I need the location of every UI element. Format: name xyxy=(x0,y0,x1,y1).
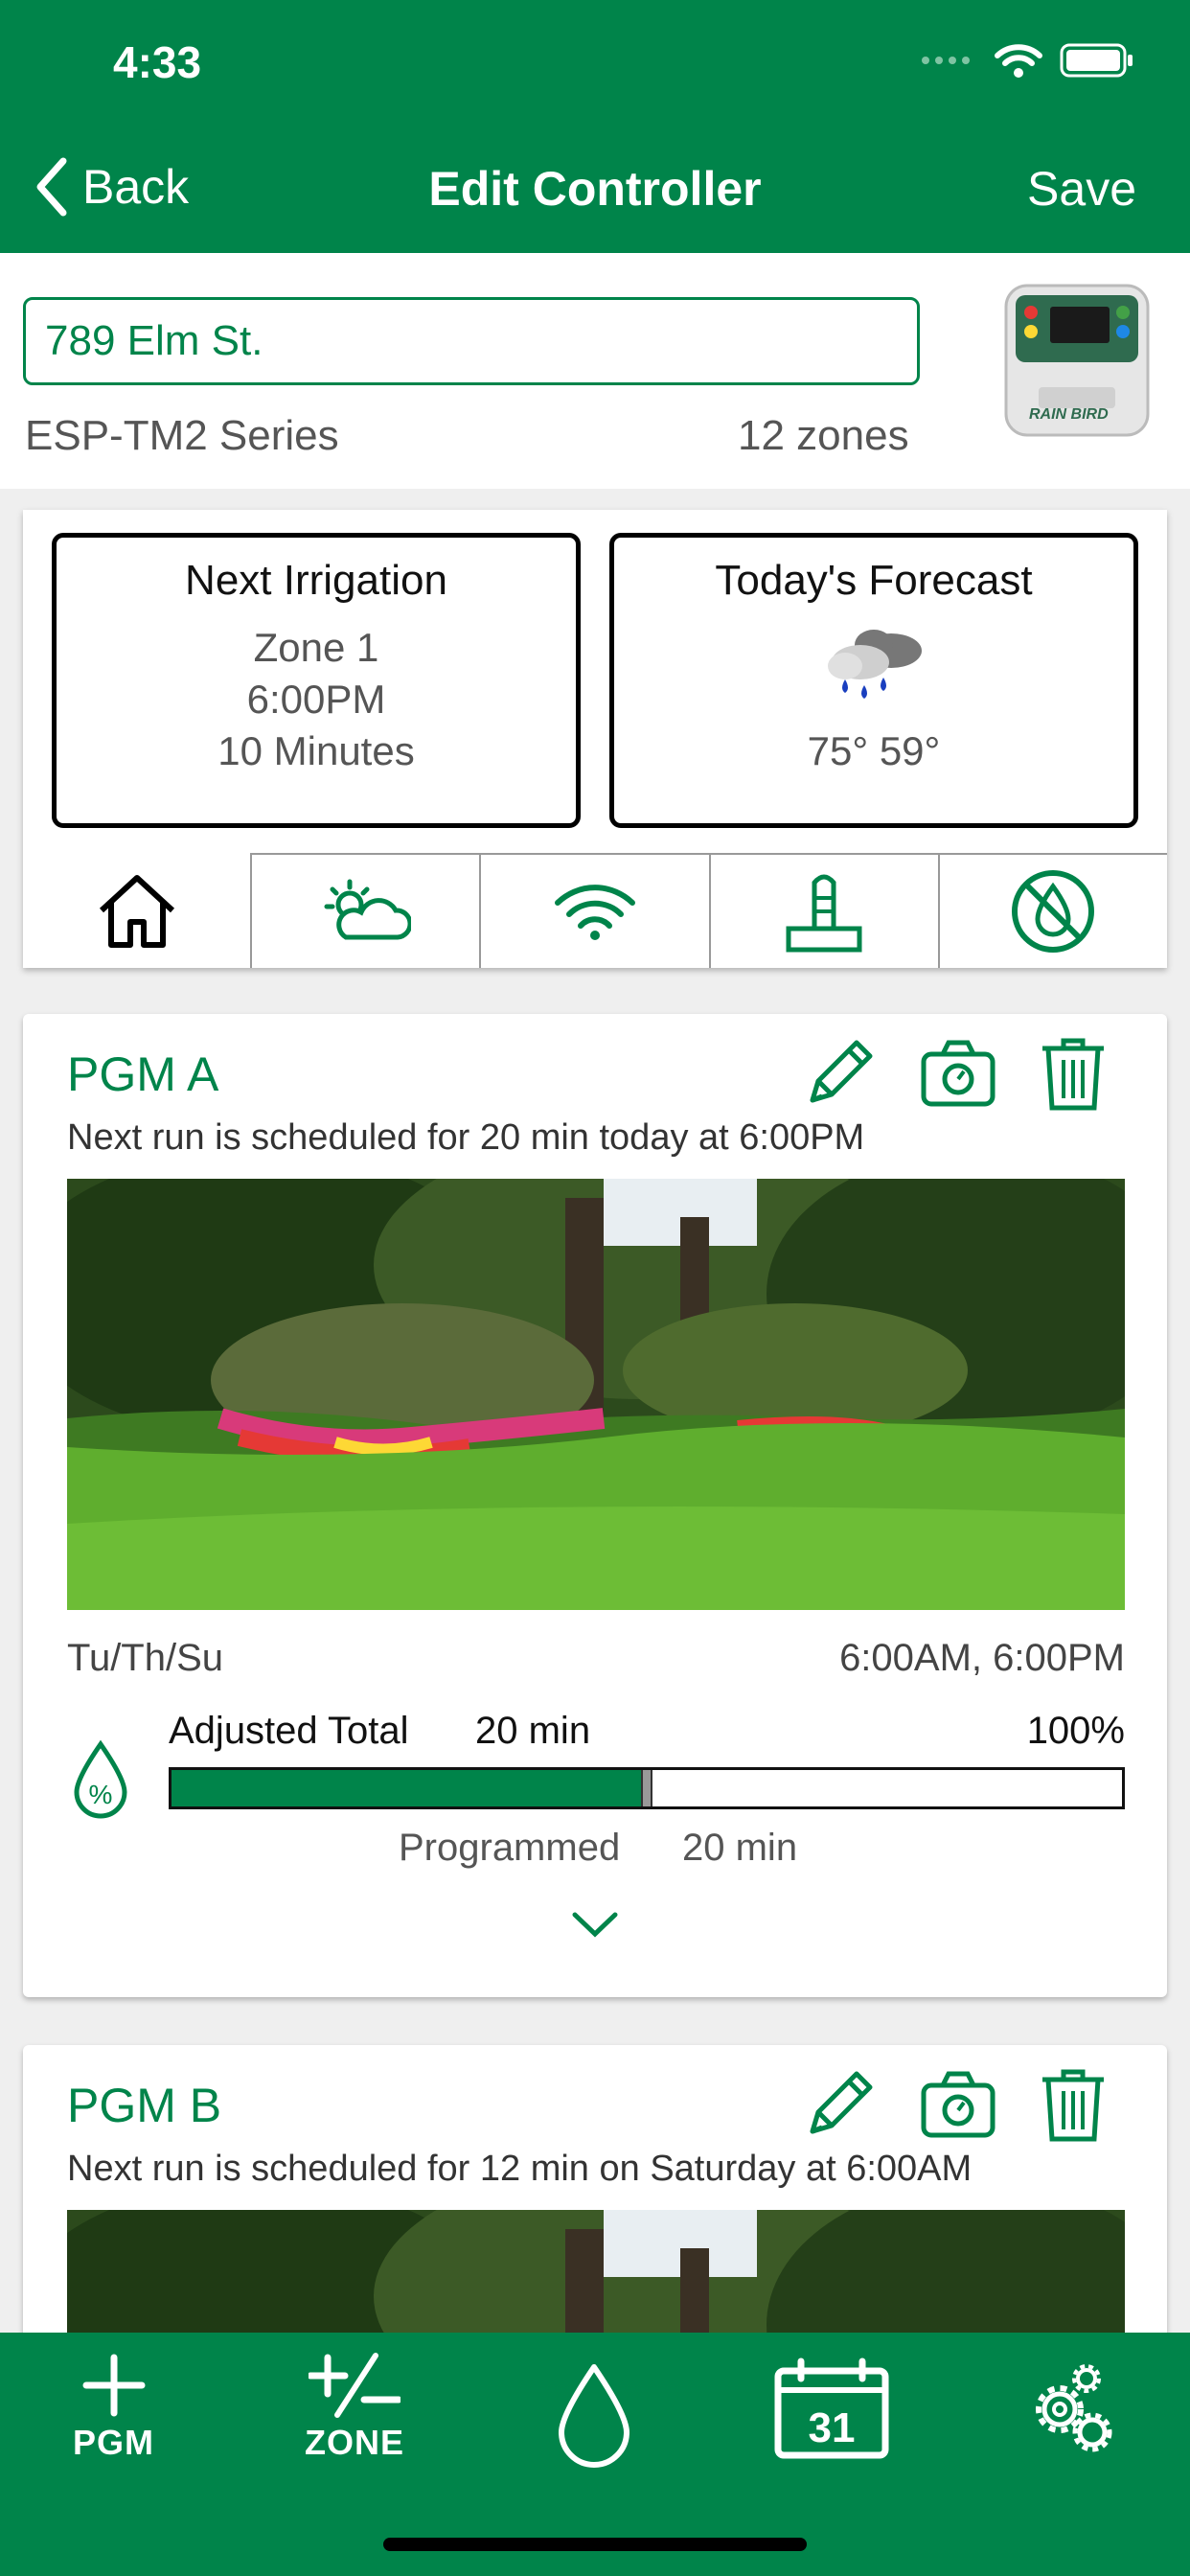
program-next-run: Next run is scheduled for 20 min today a… xyxy=(67,1117,865,1158)
add-pgm-label: PGM xyxy=(73,2423,155,2462)
programmed-marker xyxy=(641,1770,652,1806)
next-irrigation-box[interactable]: Next Irrigation Zone 1 6:00PM 10 Minutes xyxy=(52,533,581,828)
edit-pencil-icon[interactable] xyxy=(799,2064,880,2145)
adjusted-total-label: Adjusted Total xyxy=(169,1710,409,1752)
tab-home[interactable] xyxy=(23,853,250,968)
runtime-progress-fill xyxy=(172,1770,647,1806)
calendar-day: 31 xyxy=(809,2404,856,2451)
controller-series: ESP-TM2 Series xyxy=(25,412,339,459)
add-pgm-button[interactable]: PGM xyxy=(73,2352,154,2463)
forecast-title: Today's Forecast xyxy=(715,557,1033,604)
rain-cloud-icon xyxy=(828,630,922,699)
adjusted-total-value: 20 min xyxy=(475,1710,591,1752)
page-title: Edit Controller xyxy=(428,162,762,216)
trash-icon[interactable] xyxy=(1037,1033,1110,1114)
forecast-box[interactable]: Today's Forecast 75° 59° xyxy=(609,533,1138,828)
next-irrigation-duration: 10 Minutes xyxy=(217,728,415,773)
weather-icon xyxy=(324,879,411,940)
save-button[interactable]: Save xyxy=(1027,161,1136,217)
sensor-icon xyxy=(786,874,862,953)
program-photo xyxy=(67,1179,1125,1610)
battery-icon xyxy=(1060,43,1133,78)
home-icon xyxy=(99,875,174,948)
add-zone-button[interactable]: ZONE xyxy=(305,2352,404,2463)
svg-text:%: % xyxy=(89,1780,113,1809)
water-drop-icon xyxy=(559,2364,629,2468)
next-irrigation-title: Next Irrigation xyxy=(185,557,447,604)
program-days: Tu/Th/Su xyxy=(67,1637,224,1679)
water-button[interactable] xyxy=(554,2361,634,2469)
camera-icon[interactable] xyxy=(918,2064,998,2145)
plus-icon xyxy=(82,2354,145,2417)
forecast-temps: 75° 59° xyxy=(807,728,941,773)
calendar-icon: 31 xyxy=(774,2358,889,2459)
no-water-icon xyxy=(1012,870,1095,953)
tab-sensor[interactable] xyxy=(708,853,938,968)
camera-icon[interactable] xyxy=(918,1033,998,1114)
program-name: PGM A xyxy=(67,1047,219,1101)
programmed-label: Programmed xyxy=(399,1827,621,1869)
controller-name-input[interactable] xyxy=(23,297,920,385)
signal-icon xyxy=(922,57,970,64)
water-percent-icon: % xyxy=(74,1740,127,1819)
wifi-status-icon xyxy=(995,44,1042,78)
adjusted-percent: 100% xyxy=(1026,1710,1125,1752)
program-next-run: Next run is scheduled for 12 min on Satu… xyxy=(67,2149,973,2189)
program-card: PGM A Next run is scheduled for 20 min t… xyxy=(23,1014,1167,1997)
summary-card: Next Irrigation Zone 1 6:00PM 10 Minutes… xyxy=(23,510,1168,968)
status-time: 4:33 xyxy=(113,37,202,87)
nav-bar: Back Edit Controller Save xyxy=(0,144,1190,236)
trash-icon[interactable] xyxy=(1037,2064,1110,2145)
edit-pencil-icon[interactable] xyxy=(799,1033,880,1114)
programmed-value: 20 min xyxy=(682,1827,798,1869)
wifi-icon xyxy=(555,885,635,940)
calendar-button[interactable]: 31 xyxy=(772,2358,891,2461)
controller-tabs xyxy=(23,853,1168,968)
home-indicator[interactable] xyxy=(383,2538,807,2551)
program-actions xyxy=(799,1033,1110,1114)
status-icons xyxy=(920,42,1134,79)
controller-device-brand: RAIN BIRD xyxy=(1029,406,1109,423)
program-name: PGM B xyxy=(67,2079,222,2132)
top-bar: 4:33 Back Edit Controller Save xyxy=(0,0,1190,253)
runtime-progress-bar xyxy=(169,1767,1125,1809)
controller-zones: 12 zones xyxy=(738,412,909,459)
next-irrigation-zone: Zone 1 xyxy=(253,625,379,670)
next-irrigation-time: 6:00PM xyxy=(246,677,386,722)
program-start-times: 6:00AM, 6:00PM xyxy=(839,1637,1125,1679)
plus-minus-icon xyxy=(309,2353,400,2418)
settings-button[interactable] xyxy=(1019,2358,1121,2459)
tab-weather[interactable] xyxy=(250,853,480,968)
program-actions xyxy=(799,2064,1110,2145)
chevron-down-icon[interactable] xyxy=(571,1909,619,1938)
tab-no-water[interactable] xyxy=(937,853,1168,968)
add-zone-label: ZONE xyxy=(305,2423,405,2462)
controller-header: ESP-TM2 Series 12 zones RAIN BIRD xyxy=(0,253,1190,489)
gears-icon xyxy=(1036,2364,1112,2452)
tab-wifi[interactable] xyxy=(479,853,709,968)
